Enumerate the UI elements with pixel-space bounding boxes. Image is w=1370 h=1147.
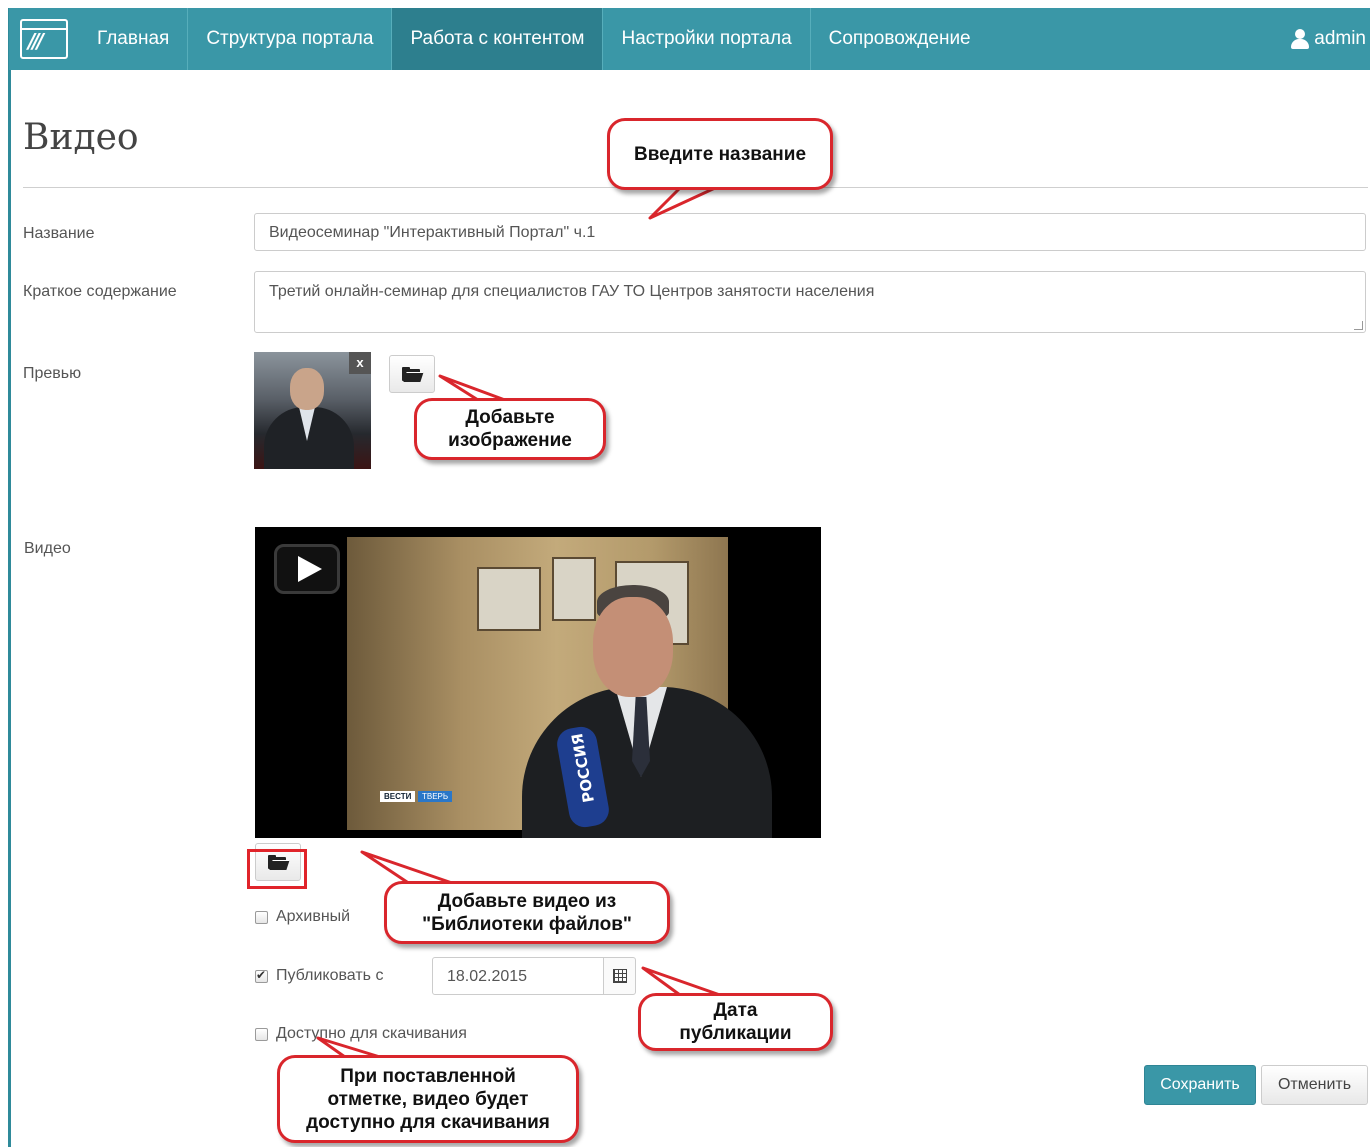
callout-date: Дата публикации	[638, 993, 833, 1051]
callout-name: Введите название	[607, 118, 833, 190]
callout-download-line3: доступно для скачивания	[306, 1111, 550, 1133]
callout-video: Добавьте видео из "Библиотеки файлов"	[384, 881, 670, 944]
callout-download-line2: отметке, видео будет	[327, 1088, 529, 1110]
callout-image-line1: Добавьте	[465, 407, 555, 428]
callout-date-line2: публикации	[679, 1023, 792, 1044]
callout-image-line2: изображение	[448, 430, 572, 451]
callout-name-text: Введите название	[633, 143, 807, 165]
callout-video-line2: "Библиотеки файлов"	[422, 913, 632, 935]
callout-download: При поставленной отметке, видео будет до…	[277, 1055, 579, 1143]
callout-date-line1: Дата	[713, 1000, 758, 1021]
callout-video-line1: Добавьте видео из	[437, 890, 617, 912]
callout-download-line1: При поставленной	[340, 1065, 516, 1087]
callout-image: Добавьте изображение	[414, 398, 606, 460]
